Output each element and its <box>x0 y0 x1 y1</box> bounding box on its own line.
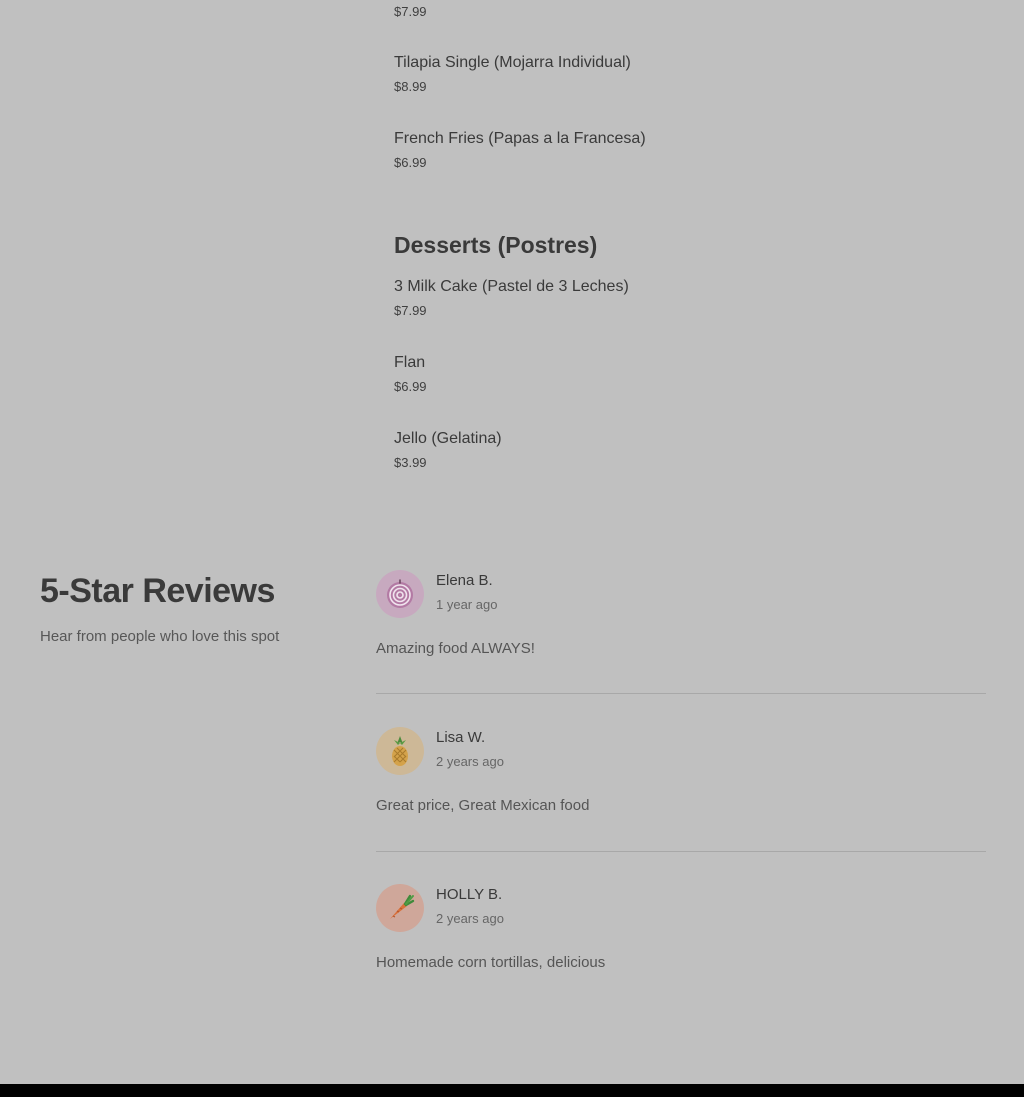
item-price: $6.99 <box>394 379 427 394</box>
item-name: Flan <box>394 354 426 371</box>
item-price: $8.99 <box>394 79 427 94</box>
item-name: French Fries (Papas a la Francesa) <box>394 130 646 147</box>
reviewer-name: Lisa W. <box>436 729 486 746</box>
review-text: Amazing food ALWAYS! <box>376 640 535 657</box>
item-price: $7.99 <box>394 303 427 318</box>
review-text: Homemade corn tortillas, delicious <box>376 954 606 971</box>
reviewer-name: HOLLY B. <box>436 886 503 903</box>
avatar <box>376 727 424 775</box>
reviews-subtitle: Hear from people who love this spot <box>40 628 280 645</box>
avatar <box>376 884 424 932</box>
item-name: 3 Milk Cake (Pastel de 3 Leches) <box>394 278 629 295</box>
review-time: 1 year ago <box>436 597 498 612</box>
pineapple-icon <box>392 736 408 766</box>
review-card: HOLLY B. 2 years ago Homemade corn torti… <box>376 884 986 1034</box>
review-card: Elena B. 1 year ago Amazing food ALWAYS! <box>376 570 986 720</box>
item-name: Jello (Gelatina) <box>394 430 502 447</box>
divider <box>376 851 986 852</box>
item-price: $7.99 <box>394 4 427 19</box>
review-text: Great price, Great Mexican food <box>376 797 590 814</box>
review-time: 2 years ago <box>436 911 504 926</box>
reviews-title: 5-Star Reviews <box>40 572 275 610</box>
item-price: $3.99 <box>394 455 427 470</box>
item-price: $6.99 <box>394 155 427 170</box>
review-time: 2 years ago <box>436 754 504 769</box>
footer-bar <box>0 1084 1024 1097</box>
divider <box>376 693 986 694</box>
carrot-icon <box>390 894 415 919</box>
category-title-desserts: Desserts (Postres) <box>394 232 598 258</box>
avatar <box>376 570 424 618</box>
item-name: Tilapia Single (Mojarra Individual) <box>394 54 631 71</box>
reviewer-name: Elena B. <box>436 572 493 589</box>
review-card: Lisa W. 2 years ago Great price, Great M… <box>376 727 986 877</box>
onion-icon <box>387 579 413 608</box>
